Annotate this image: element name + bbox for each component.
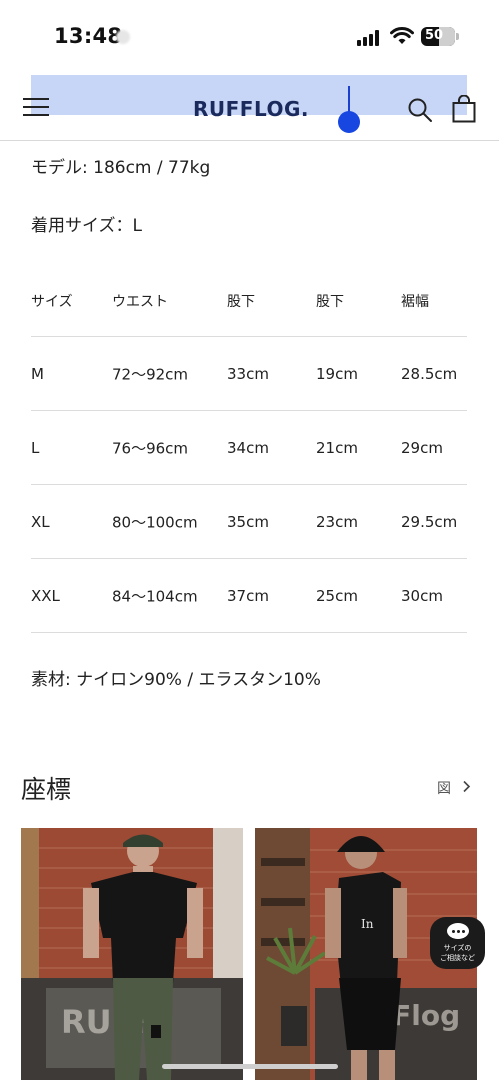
home-indicator[interactable] xyxy=(162,1064,338,1069)
menu-icon[interactable] xyxy=(23,97,49,117)
battery-cap xyxy=(456,33,459,40)
section-title: 座標 xyxy=(21,775,72,804)
table-header-cell: 股下 xyxy=(227,294,255,310)
table-row: L 76〜96cm 34cm 21cm 29cm xyxy=(31,411,467,485)
battery-level: 50 xyxy=(425,28,444,43)
status-bar: 13:48 50 xyxy=(0,0,499,74)
table-cell: 29cm xyxy=(401,438,443,457)
touch-indicator-dot xyxy=(338,111,360,133)
table-cell: 30cm xyxy=(401,586,443,605)
table-cell: XXL xyxy=(31,586,60,605)
size-table: サイズ ウエスト 股下 股下 裾幅 M 72〜92cm 33cm 19cm 28… xyxy=(31,266,467,633)
table-cell: 21cm xyxy=(316,438,358,457)
table-cell: 33cm xyxy=(227,364,269,383)
cellular-signal-icon xyxy=(357,30,383,46)
material-info: 素材: ナイロン90% / エラスタン10% xyxy=(31,670,321,690)
table-cell: 84〜104cm xyxy=(112,587,198,605)
table-cell: 29.5cm xyxy=(401,512,458,531)
bag-icon[interactable] xyxy=(452,95,476,123)
table-cell: 34cm xyxy=(227,438,269,457)
svg-text:In: In xyxy=(361,917,374,931)
chat-label-line1: サイズの xyxy=(443,944,472,952)
table-cell: 72〜92cm xyxy=(112,365,189,383)
table-cell: XL xyxy=(31,512,50,531)
table-cell: 19cm xyxy=(316,364,358,383)
chevron-right-icon[interactable] xyxy=(462,780,471,793)
view-all-link[interactable]: 図 xyxy=(437,778,451,798)
table-cell: L xyxy=(31,438,40,457)
table-row: XL 80〜100cm 35cm 23cm 29.5cm xyxy=(31,485,467,559)
chat-icon xyxy=(447,923,469,939)
table-row: M 72〜92cm 33cm 19cm 28.5cm xyxy=(31,337,467,411)
site-header: RUFFLOG. xyxy=(0,75,499,141)
battery-icon: 50 xyxy=(421,27,455,46)
table-cell: 23cm xyxy=(316,512,358,531)
brand-logo[interactable]: RUFFLOG. xyxy=(193,97,309,121)
table-cell: 35cm xyxy=(227,512,269,531)
outfit-photo-1[interactable]: RUFF xyxy=(21,828,243,1080)
table-header-cell: サイズ xyxy=(31,294,73,310)
table-row: XXL 84〜104cm 37cm 25cm 30cm xyxy=(31,559,467,633)
status-time: 13:48 xyxy=(54,24,123,48)
size-worn: 着用サイズ：L xyxy=(31,216,142,236)
wifi-icon xyxy=(390,27,414,44)
chat-label-line2: ご相談など xyxy=(440,954,475,962)
table-cell: 76〜96cm xyxy=(112,439,189,457)
table-header-row: サイズ ウエスト 股下 股下 裾幅 xyxy=(31,266,467,337)
table-cell: 28.5cm xyxy=(401,364,458,383)
model-info: モデル: 186cm / 77kg xyxy=(31,158,211,178)
size-consult-chat-button[interactable]: サイズの ご相談など xyxy=(430,917,485,969)
table-cell: 80〜100cm xyxy=(112,513,198,531)
table-header-cell: 裾幅 xyxy=(401,294,429,310)
table-cell: 37cm xyxy=(227,586,269,605)
table-cell: 25cm xyxy=(316,586,358,605)
table-cell: M xyxy=(31,364,44,383)
search-icon[interactable] xyxy=(407,97,433,123)
table-header-cell: 股下 xyxy=(316,294,344,310)
table-header-cell: ウエスト xyxy=(112,294,168,310)
status-indicator-dot xyxy=(116,30,130,44)
